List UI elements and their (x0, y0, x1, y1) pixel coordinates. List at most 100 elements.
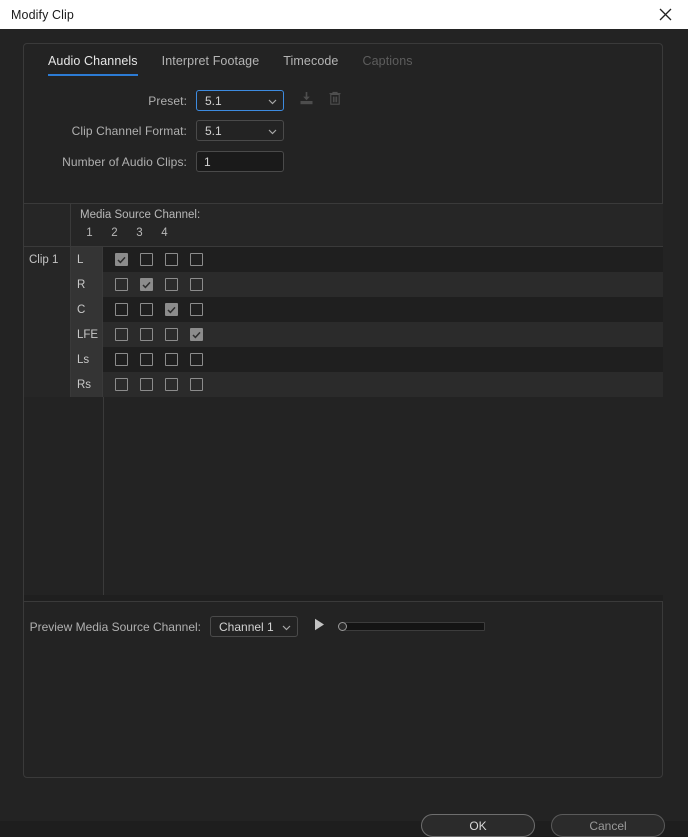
table-empty-area (24, 397, 663, 595)
checkbox-LFE-2[interactable] (134, 328, 159, 341)
save-preset-button[interactable] (296, 91, 316, 111)
channel-number-1: 1 (86, 227, 93, 239)
checkbox-C-1[interactable] (109, 303, 134, 316)
channel-label: R (77, 278, 86, 291)
clip-name-cell (24, 322, 71, 347)
checkbox-L-3[interactable] (159, 253, 184, 266)
checkbox-R-4[interactable] (184, 278, 209, 291)
clip-name-cell (24, 272, 71, 297)
checkbox-Rs-2[interactable] (134, 378, 159, 391)
cancel-button[interactable]: Cancel (551, 814, 665, 837)
number-of-audio-clips-label: Number of Audio Clips: (62, 154, 187, 169)
checkbox-C-2[interactable] (134, 303, 159, 316)
number-of-audio-clips-row: Number of Audio Clips: 1 (24, 151, 284, 172)
play-button[interactable] (308, 617, 330, 637)
channel-number-4: 4 (161, 227, 168, 239)
preset-label: Preset: (148, 93, 187, 108)
checkbox-C-3[interactable] (159, 303, 184, 316)
preset-row: Preset: 5.1 (24, 90, 345, 111)
table-row: C (24, 297, 663, 322)
checkbox-LFE-3[interactable] (159, 328, 184, 341)
checkbox-L-1[interactable] (109, 253, 134, 266)
media-source-channel-label: Media Source Channel: (80, 209, 201, 221)
window-title-bar: Modify Clip (0, 0, 688, 29)
slider-thumb[interactable] (338, 622, 347, 631)
checkbox-L-4[interactable] (184, 253, 209, 266)
delete-preset-button[interactable] (325, 91, 345, 111)
checkbox-R-2[interactable] (134, 278, 159, 291)
number-of-audio-clips-input[interactable]: 1 (196, 151, 284, 172)
checkbox-Ls-4[interactable] (184, 353, 209, 366)
checkbox-L-2[interactable] (134, 253, 159, 266)
channel-number-2: 2 (111, 227, 118, 239)
tab-audio-channels[interactable]: Audio Channels (48, 54, 138, 76)
checkbox-group (103, 297, 663, 322)
preview-volume-slider[interactable] (337, 620, 485, 634)
preset-select[interactable]: 5.1 (196, 90, 284, 111)
close-button[interactable] (643, 0, 688, 29)
preview-label: Preview Media Source Channel: (29, 619, 201, 634)
checkbox-group (103, 347, 663, 372)
preview-channel-select[interactable]: Channel 1 (210, 616, 298, 637)
checkbox-LFE-1[interactable] (109, 328, 134, 341)
table-row: Clip 1 L (24, 247, 663, 272)
channel-name-cell: R (71, 272, 103, 297)
preview-row: Preview Media Source Channel: Channel 1 (24, 616, 485, 637)
channel-name-cell: L (71, 247, 103, 272)
dialog-body: Audio Channels Interpret Footage Timecod… (0, 29, 688, 837)
checkbox-C-4[interactable] (184, 303, 209, 316)
checkbox-R-1[interactable] (109, 278, 134, 291)
checkbox-Rs-1[interactable] (109, 378, 134, 391)
table-empty-left (24, 397, 104, 595)
checkbox-group (103, 247, 663, 272)
table-row: LFE (24, 322, 663, 347)
checkbox-group (103, 322, 663, 347)
channel-number-labels: 1 2 3 4 (71, 227, 177, 239)
channel-label: L (77, 253, 84, 266)
channel-name-cell: LFE (71, 322, 103, 347)
channel-label: Rs (77, 378, 92, 391)
table-row: Ls (24, 347, 663, 372)
header-media-source-cell: Media Source Channel: 1 2 3 4 (71, 204, 663, 246)
chevron-down-icon (268, 99, 277, 104)
preview-channel-value: Channel 1 (219, 619, 274, 634)
window-title: Modify Clip (11, 7, 74, 22)
table-header-row: Media Source Channel: 1 2 3 4 (24, 204, 663, 247)
header-clip-cell (24, 204, 71, 246)
ok-button[interactable]: OK (421, 814, 535, 837)
checkbox-Rs-4[interactable] (184, 378, 209, 391)
channel-name-cell: Ls (71, 347, 103, 372)
checkbox-Ls-3[interactable] (159, 353, 184, 366)
chevron-down-icon (282, 625, 291, 630)
checkbox-group (103, 372, 663, 397)
number-of-audio-clips-value: 1 (204, 154, 211, 169)
checkbox-Rs-3[interactable] (159, 378, 184, 391)
preset-value: 5.1 (205, 93, 222, 108)
table-empty-right (104, 397, 663, 595)
checkbox-R-3[interactable] (159, 278, 184, 291)
table-row: R (24, 272, 663, 297)
save-preset-icon (299, 91, 314, 111)
trash-icon (328, 91, 342, 111)
checkbox-LFE-4[interactable] (184, 328, 209, 341)
slider-track (344, 622, 485, 631)
channel-number-3: 3 (136, 227, 143, 239)
tab-bar: Audio Channels Interpret Footage Timecod… (24, 54, 413, 76)
channel-label: LFE (77, 328, 99, 341)
audio-channels-panel: Audio Channels Interpret Footage Timecod… (23, 43, 663, 778)
clip-name-cell (24, 347, 71, 372)
chevron-down-icon (268, 129, 277, 134)
clip-name-cell: Clip 1 (24, 247, 71, 272)
channel-name-cell: C (71, 297, 103, 322)
checkbox-group (103, 272, 663, 297)
table-row: Rs (24, 372, 663, 397)
dialog-footer: OK Cancel (0, 814, 688, 837)
channel-mapping-table: Media Source Channel: 1 2 3 4 Clip 1 L R… (24, 203, 663, 602)
checkbox-Ls-1[interactable] (109, 353, 134, 366)
channel-label: C (77, 303, 86, 316)
tab-timecode[interactable]: Timecode (283, 54, 338, 76)
tab-interpret-footage[interactable]: Interpret Footage (162, 54, 260, 76)
checkbox-Ls-2[interactable] (134, 353, 159, 366)
close-icon (659, 8, 672, 21)
clip-channel-format-select[interactable]: 5.1 (196, 120, 284, 141)
